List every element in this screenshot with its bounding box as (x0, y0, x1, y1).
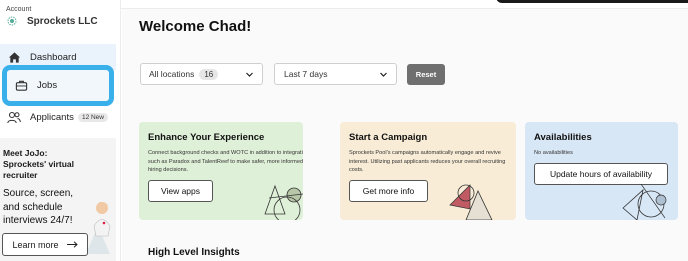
date-range-label: Last 7 days (284, 69, 328, 79)
learn-more-button[interactable]: Learn more (2, 233, 88, 256)
jojo-promo-panel: Meet JoJo: Sprockets' virtual recruiter … (0, 138, 116, 261)
geometric-shapes-icon (622, 184, 667, 220)
new-applicants-badge: 12 New (77, 112, 108, 122)
learn-more-label: Learn more (12, 239, 59, 250)
account-label: Account (6, 6, 32, 13)
card-title: Start a Campaign (349, 132, 428, 143)
reset-button[interactable]: Reset (407, 64, 445, 85)
promo-body: Source, screen, and schedule interviews … (3, 188, 74, 226)
people-icon (7, 110, 21, 124)
account-switcher[interactable]: Sprockets LLC (6, 15, 98, 27)
enhance-experience-card: Enhance Your Experience Connect backgrou… (139, 122, 303, 220)
date-range-select[interactable]: Last 7 days (274, 63, 397, 85)
insights-section-title: High Level Insights (148, 247, 240, 258)
card-title: Availabilities (534, 132, 592, 143)
update-availability-button[interactable]: Update hours of availability (534, 163, 668, 185)
sidebar-item-applicants[interactable]: Applicants 12 New (0, 104, 116, 130)
card-body: Sprockets Pool's campaigns automatically… (349, 150, 506, 174)
briefcase-icon (14, 79, 28, 93)
promo-title: Meet JoJo: Sprockets' virtual recruiter (3, 148, 74, 180)
card-body: No availabilities (534, 150, 573, 156)
geometric-shapes-icon (264, 184, 303, 220)
location-select-label: All locations (149, 69, 195, 79)
location-select[interactable]: All locations 16 (140, 63, 263, 85)
main-content: Welcome Chad! All locations 16 Last 7 da… (122, 9, 688, 261)
chevron-down-icon (245, 70, 254, 79)
geometric-shapes-icon (449, 184, 493, 220)
chevron-down-icon (379, 70, 388, 79)
start-campaign-card: Start a Campaign Sprockets Pool's campai… (340, 122, 516, 220)
availabilities-card: Availabilities No availabilities Update … (525, 122, 678, 220)
home-icon (7, 50, 21, 64)
get-more-info-button[interactable]: Get more info (349, 180, 428, 202)
card-title: Enhance Your Experience (148, 132, 265, 143)
top-bar (121, 0, 688, 9)
sprocket-logo-icon (6, 15, 18, 27)
card-body: Connect background checks and WOTC in ad… (148, 150, 303, 174)
sidebar-item-label: Applicants (30, 111, 74, 123)
page-title: Welcome Chad! (139, 18, 252, 35)
view-apps-button[interactable]: View apps (148, 180, 213, 202)
user-menu-bar[interactable] (496, 0, 688, 3)
account-name: Sprockets LLC (27, 15, 98, 27)
sidebar-item-jobs[interactable]: Jobs (2, 65, 114, 106)
sidebar-item-label: Dashboard (30, 51, 77, 63)
arrow-right-icon (66, 240, 78, 250)
location-count-badge: 16 (199, 68, 219, 80)
sidebar: Account Sprockets LLC Dashboard Jobs App… (0, 0, 121, 261)
sidebar-item-label: Jobs (37, 80, 58, 91)
